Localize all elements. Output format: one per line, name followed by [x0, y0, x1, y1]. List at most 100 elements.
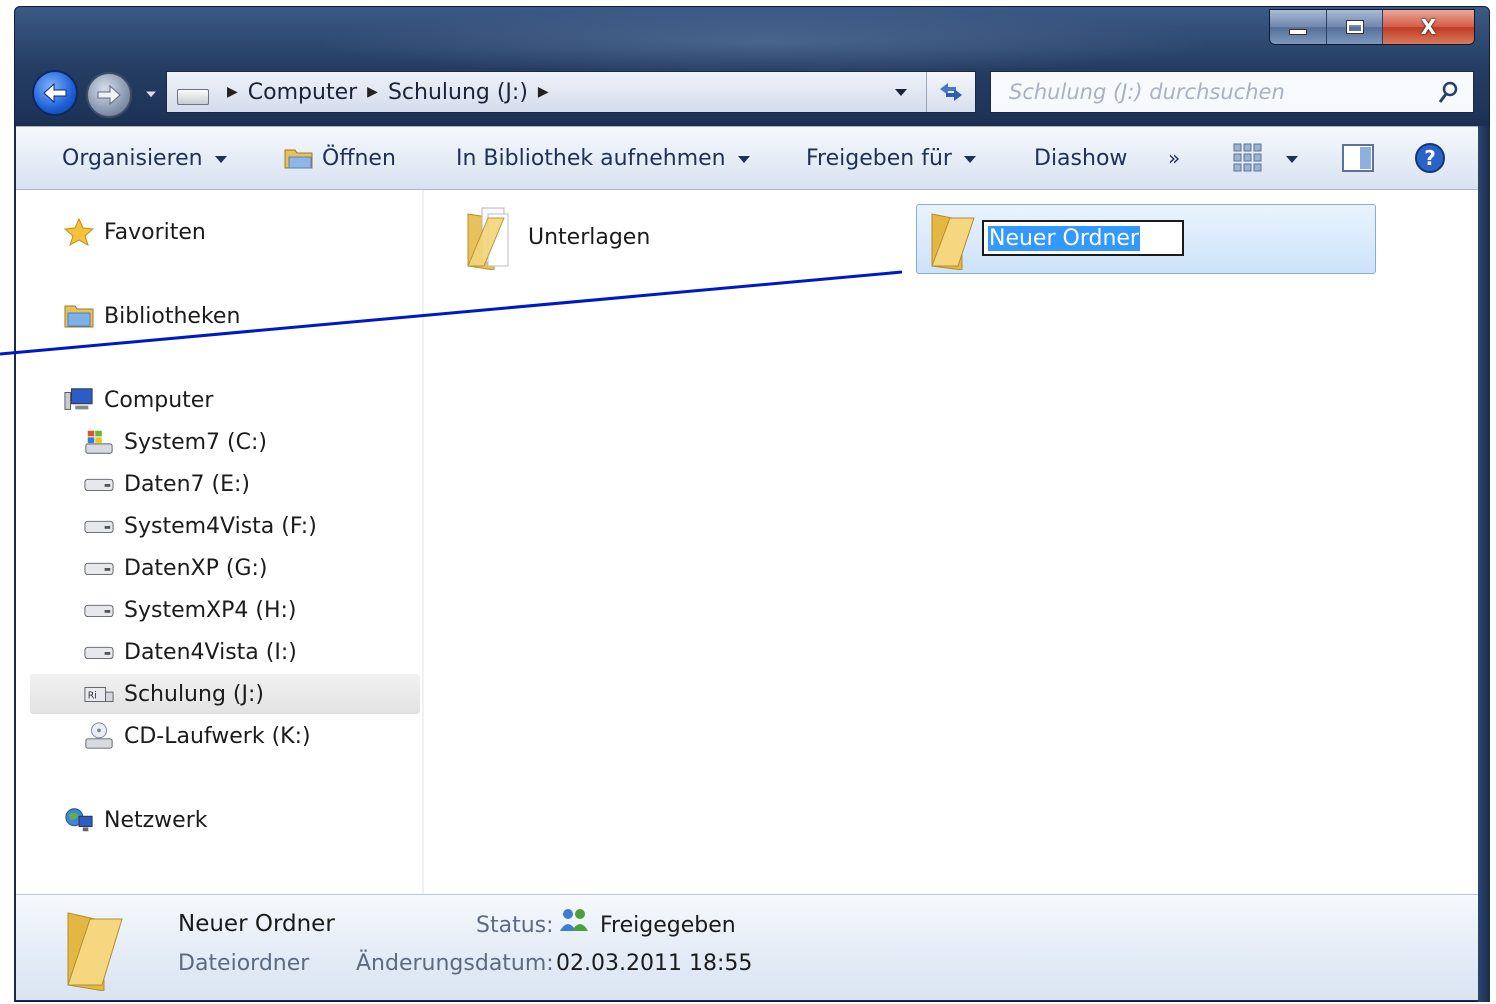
- details-pane: Neuer Ordner Dateiordner Status: Freigeg…: [16, 894, 1478, 1000]
- view-grid-icon: [1233, 143, 1262, 172]
- slideshow-button[interactable]: Diashow: [1034, 127, 1127, 189]
- breadcrumb-schulung[interactable]: Schulung (J:): [388, 80, 528, 105]
- more-label: »: [1168, 146, 1181, 170]
- folder-icon: [67, 912, 123, 991]
- include-in-library-menu[interactable]: In Bibliothek aufnehmen: [456, 127, 750, 189]
- drive-label: SystemXP4 (H:): [124, 597, 297, 623]
- drive-label: Daten7 (E:): [124, 471, 250, 497]
- chevron-down-icon: [895, 88, 907, 96]
- chevron-down-icon: [737, 156, 750, 163]
- window-border-right: [1478, 126, 1490, 1002]
- cd-drive-icon: [84, 722, 114, 750]
- preview-pane-icon: [1342, 144, 1374, 172]
- nav-item-computer[interactable]: Computer: [64, 382, 213, 418]
- address-dropdown-button[interactable]: [885, 72, 917, 112]
- preview-pane-button[interactable]: [1342, 127, 1374, 189]
- nav-item-favorites[interactable]: Favoriten: [64, 214, 206, 250]
- nav-item-drive-k[interactable]: CD-Laufwerk (K:): [84, 718, 311, 754]
- minimize-icon: [1289, 29, 1307, 35]
- recent-pages-button[interactable]: [140, 84, 162, 106]
- details-status-value: Freigegeben: [600, 913, 736, 938]
- breadcrumb-arrow-icon[interactable]: ▶: [367, 84, 378, 100]
- nav-item-libraries[interactable]: Bibliotheken: [64, 298, 240, 334]
- drive-label: Schulung (J:): [124, 681, 264, 707]
- nav-item-label: Netzwerk: [104, 807, 208, 833]
- search-input[interactable]: [1007, 79, 1431, 105]
- details-modified-label: Änderungsdatum:: [356, 951, 554, 976]
- view-options-button[interactable]: [1232, 127, 1298, 189]
- library-icon: [64, 302, 94, 330]
- back-button[interactable]: [32, 70, 78, 116]
- hard-drive-icon: [84, 470, 114, 498]
- nav-item-drive-i[interactable]: Daten4Vista (I:): [84, 634, 297, 670]
- svg-text:?: ?: [1424, 146, 1436, 170]
- nav-item-drive-j[interactable]: Ri Schulung (J:): [84, 676, 264, 712]
- rename-input[interactable]: Neuer Ordner: [982, 220, 1184, 256]
- window-border-left: [14, 126, 16, 1002]
- nav-item-label: Computer: [104, 387, 214, 413]
- forward-button[interactable]: [86, 72, 132, 118]
- details-name: Neuer Ordner: [178, 911, 335, 937]
- help-button[interactable]: ?: [1414, 127, 1446, 189]
- computer-icon: [64, 386, 94, 414]
- close-button[interactable]: X: [1382, 10, 1474, 44]
- minimize-button[interactable]: [1270, 10, 1326, 44]
- file-name: Unterlagen: [528, 224, 651, 250]
- open-button[interactable]: Öffnen: [284, 127, 396, 189]
- hard-drive-icon: [84, 638, 114, 666]
- address-bar[interactable]: ▶ Computer ▶ Schulung (J:) ▶: [166, 71, 976, 113]
- arrow-right-icon: [97, 84, 121, 106]
- open-label: Öffnen: [322, 145, 396, 171]
- help-icon: ?: [1415, 143, 1445, 173]
- windows-drive-icon: [84, 428, 114, 456]
- rename-selected-text[interactable]: Neuer Ordner: [988, 225, 1140, 251]
- more-commands-button[interactable]: »: [1168, 127, 1180, 189]
- file-list: Unterlagen Neuer Ordner: [424, 190, 1478, 894]
- nav-item-network[interactable]: Netzwerk: [64, 802, 207, 838]
- chevron-down-icon: [1286, 156, 1298, 163]
- arrow-left-icon: [43, 82, 67, 104]
- folder-icon: [931, 213, 975, 270]
- include-library-label: In Bibliothek aufnehmen: [456, 145, 726, 171]
- hard-drive-icon: [84, 554, 114, 582]
- breadcrumb-computer[interactable]: Computer: [248, 80, 357, 105]
- file-item-unterlagen[interactable]: Unterlagen: [464, 204, 650, 270]
- details-modified-value: 02.03.2011 18:55: [556, 951, 753, 976]
- drive-label: Daten4Vista (I:): [124, 639, 297, 665]
- nav-item-drive-c[interactable]: System7 (C:): [84, 424, 267, 460]
- shared-users-icon: [560, 909, 588, 931]
- refresh-button[interactable]: [926, 72, 975, 112]
- details-status-label: Status:: [476, 913, 554, 938]
- close-icon: X: [1420, 15, 1437, 39]
- nav-item-drive-e[interactable]: Daten7 (E:): [84, 466, 250, 502]
- content-area: Favoriten Bibliotheken Computer System7 …: [16, 190, 1478, 894]
- nav-item-drive-h[interactable]: SystemXP4 (H:): [84, 592, 297, 628]
- nav-item-drive-f[interactable]: System4Vista (F:): [84, 508, 317, 544]
- organize-label: Organisieren: [62, 145, 203, 171]
- nav-item-label: Bibliotheken: [104, 303, 241, 329]
- chevron-down-icon: [963, 156, 976, 163]
- drive-icon: [177, 89, 209, 105]
- chevron-down-icon: [214, 156, 227, 163]
- folder-with-documents-icon: [467, 207, 509, 270]
- hard-drive-icon: [84, 596, 114, 624]
- hard-drive-icon: [84, 512, 114, 540]
- share-with-menu[interactable]: Freigeben für: [806, 127, 976, 189]
- breadcrumb-arrow-icon[interactable]: ▶: [227, 84, 238, 100]
- search-box[interactable]: [990, 71, 1474, 113]
- nav-item-drive-g[interactable]: DatenXP (G:): [84, 550, 267, 586]
- breadcrumb-arrow-icon[interactable]: ▶: [538, 84, 549, 100]
- details-type: Dateiordner: [178, 951, 310, 976]
- drive-label: System4Vista (F:): [124, 513, 317, 539]
- nav-item-label: Favoriten: [104, 219, 206, 245]
- maximize-icon: [1345, 20, 1364, 34]
- drive-label: DatenXP (G:): [124, 555, 268, 581]
- search-icon[interactable]: [1437, 81, 1459, 105]
- title-bar-glass: [315, 7, 1215, 77]
- drive-label: System7 (C:): [124, 429, 267, 455]
- share-with-label: Freigeben für: [806, 145, 952, 171]
- chevron-down-icon: [144, 90, 158, 99]
- organize-menu[interactable]: Organisieren: [62, 127, 227, 189]
- maximize-button[interactable]: [1326, 10, 1382, 44]
- command-bar: Organisieren Öffnen In Bibliothek aufneh…: [16, 126, 1478, 190]
